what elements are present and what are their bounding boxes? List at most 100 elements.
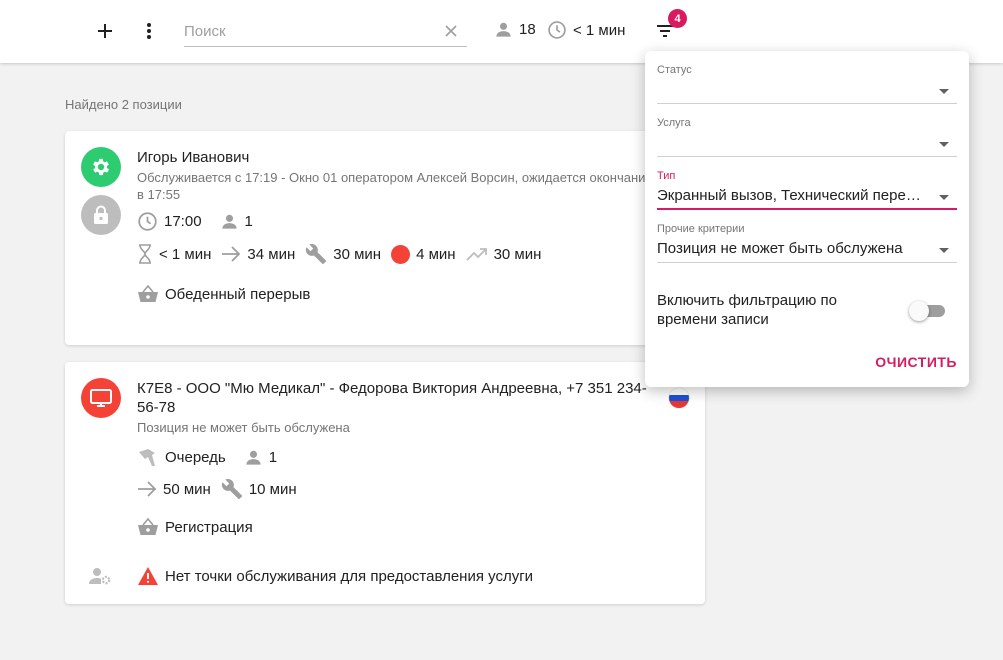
forward-value: 34 мин	[247, 245, 296, 263]
card-subtitle: Обслуживается с 17:19 - Окно 01 оператор…	[137, 170, 653, 202]
lock-icon	[94, 205, 108, 224]
person-icon	[496, 22, 511, 37]
forward-item: 34 мин	[221, 245, 295, 263]
arrow-right-icon	[138, 481, 157, 497]
time-value: 17:00	[164, 213, 202, 230]
card-metrics-row: < 1 мин 34 мин 30 мин 4 мин 30 мин	[137, 243, 551, 265]
card-service-row: Обеденный перерыв	[137, 284, 320, 304]
queue-card[interactable]: Игорь Иванович Обслуживается с 17:19 - О…	[65, 131, 705, 345]
trend-value: 30 мин	[493, 245, 542, 263]
status-avatar	[81, 378, 121, 418]
dropdown-arrow-icon	[939, 248, 949, 253]
more-menu-button[interactable]	[135, 17, 163, 45]
warning-icon	[138, 567, 158, 585]
fork-arrow-icon	[139, 449, 155, 466]
filter-count-badge: 4	[668, 9, 687, 28]
card-metrics-row: 50 мин 10 мин	[137, 478, 307, 500]
service-name: Обеденный перерыв	[165, 285, 311, 303]
time-filter-toggle[interactable]	[907, 301, 945, 321]
service-filter: Услуга	[657, 117, 957, 157]
card-title: Игорь Иванович	[137, 149, 250, 166]
time-item: 17:00	[137, 211, 202, 232]
persons-value: 1	[268, 448, 278, 466]
service-filter-label: Услуга	[657, 117, 691, 129]
type-filter: Тип Экранный вызов, Технический перерыв	[657, 170, 957, 210]
status-filter: Статус	[657, 64, 957, 104]
service-time-item: 30 мин	[305, 243, 381, 265]
forward-value: 50 мин	[163, 480, 211, 498]
service-time-value: 30 мин	[333, 245, 382, 263]
language-flag-icon	[669, 388, 689, 408]
type-filter-label: Тип	[657, 170, 676, 182]
toggle-knob	[909, 301, 929, 321]
arrow-right-icon	[222, 246, 241, 262]
person-icon	[246, 450, 261, 465]
wait-time-value: < 1 мин	[573, 21, 626, 39]
other-criteria-filter: Прочие критерии Позиция не может быть об…	[657, 223, 957, 263]
red-timer-value: 4 мин	[416, 245, 456, 263]
dropdown-arrow-icon	[939, 195, 949, 200]
persons-item: 1	[220, 212, 253, 231]
trend-item: 30 мин	[465, 245, 542, 263]
clear-search-button[interactable]	[441, 21, 461, 41]
red-timer-item: 4 мин	[391, 244, 456, 264]
type-select[interactable]: Экранный вызов, Технический перерыв	[657, 184, 957, 210]
status-filter-label: Статус	[657, 64, 692, 76]
clear-filters-button[interactable]: ОЧИСТИТЬ	[875, 354, 957, 370]
plus-icon	[98, 24, 112, 38]
warning-item: Нет точки обслуживания для предоставлени…	[137, 566, 533, 586]
person-icon	[221, 214, 237, 229]
queue-item: Очередь	[137, 446, 226, 468]
search-field	[184, 17, 467, 47]
service-time-item: 10 мин	[221, 478, 297, 500]
add-button[interactable]	[91, 17, 119, 45]
queue-label: Очередь	[165, 448, 226, 466]
wrench-icon	[306, 244, 327, 265]
service-name-item: Обеденный перерыв	[137, 284, 310, 304]
close-icon	[445, 25, 457, 37]
card-title: К7Е8 - ООО "Мю Медикал" - Федорова Викто…	[137, 380, 647, 416]
card-warning-row: Нет точки обслуживания для предоставлени…	[137, 566, 543, 586]
other-criteria-select[interactable]: Позиция не может быть обслужена	[657, 237, 957, 263]
time-filter-toggle-label: Включить фильтрацию по времени записи	[657, 292, 837, 328]
basket-icon	[138, 284, 158, 302]
card-subtitle: Позиция не может быть обслужена	[137, 420, 350, 435]
wait-value: < 1 мин	[159, 245, 212, 263]
queue-card[interactable]: К7Е8 - ООО "Мю Медикал" - Федорова Викто…	[65, 362, 705, 604]
status-select[interactable]	[657, 78, 957, 104]
service-select[interactable]	[657, 131, 957, 157]
service-time-value: 10 мин	[248, 480, 297, 498]
service-name: Регистрация	[165, 518, 253, 536]
clients-count: 18	[494, 20, 536, 39]
gear-icon	[93, 158, 109, 176]
forward-item: 50 мин	[137, 480, 211, 498]
lock-avatar[interactable]	[81, 195, 121, 235]
clock-icon	[138, 212, 157, 231]
dropdown-arrow-icon	[939, 142, 949, 147]
service-name-item: Регистрация	[137, 517, 253, 537]
wait-item: < 1 мин	[137, 244, 211, 264]
hourglass-icon	[139, 244, 151, 264]
persons-item: 1	[244, 448, 277, 467]
other-criteria-value: Позиция не может быть обслужена	[657, 240, 903, 257]
other-criteria-label: Прочие критерии	[657, 223, 745, 235]
card-time-row: 17:00 1	[137, 211, 263, 232]
wait-time: < 1 мин	[547, 20, 625, 40]
card-queue-row: Очередь 1	[137, 446, 287, 468]
persons-value: 1	[244, 213, 253, 230]
type-select-value: Экранный вызов, Технический перерыв	[657, 187, 929, 204]
status-avatar	[81, 147, 121, 187]
search-input[interactable]	[184, 17, 434, 45]
clients-count-value: 18	[519, 21, 536, 38]
results-count: Найдено 2 позиции	[65, 97, 182, 112]
trending-up-icon	[465, 248, 487, 261]
more-vert-icon	[147, 23, 151, 39]
card-service-row: Регистрация	[137, 517, 263, 537]
filter-panel: Статус Услуга Тип Экранный вызов, Технич…	[645, 51, 969, 387]
operator-settings-icon[interactable]	[89, 566, 113, 586]
basket-icon	[138, 517, 158, 535]
dropdown-arrow-icon	[939, 89, 949, 94]
wrench-icon	[221, 479, 242, 500]
clock-icon	[548, 21, 566, 39]
warning-text: Нет точки обслуживания для предоставлени…	[165, 567, 534, 585]
